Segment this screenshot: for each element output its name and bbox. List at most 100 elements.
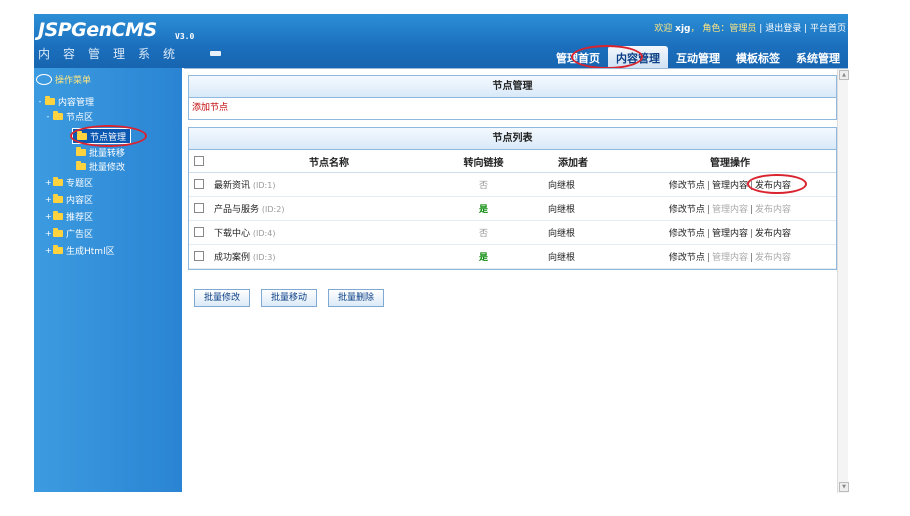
sidebar-item-batch-transfer[interactable]: 批量转移: [76, 145, 125, 159]
sidebar: 操作菜单 - 内容管理 - 节点区 节点管理 批量转移 批量修改 + 专题区 +…: [34, 68, 182, 492]
tree-recommend-area[interactable]: + 推荐区: [45, 209, 93, 223]
folder-icon: [76, 160, 86, 170]
folder-icon: [77, 130, 87, 140]
collapse-icon: -: [38, 96, 42, 106]
adder-value: 向继根: [522, 220, 624, 245]
redirect-value: 否: [445, 220, 522, 245]
node-table: 节点名称 转向链接 添加者 管理操作 最新资讯 (ID:1) 否 向继根 修改节…: [189, 150, 836, 269]
row-checkbox[interactable]: [194, 203, 204, 214]
node-name[interactable]: 产品与服务: [214, 205, 259, 215]
table-row: 最新资讯 (ID:1) 否 向继根 修改节点 | 管理内容 | 发布内容: [189, 172, 836, 197]
panel-title: 节点管理: [189, 76, 836, 98]
expand-icon: +: [45, 245, 52, 255]
col-name: 节点名称: [213, 150, 445, 173]
manage-content-link[interactable]: 管理内容: [712, 229, 748, 239]
add-node-link[interactable]: 添加节点: [189, 98, 836, 119]
publish-content-link[interactable]: 发布内容: [755, 181, 791, 191]
adder-value: 向继根: [522, 244, 624, 269]
tree-root[interactable]: - 内容管理: [37, 94, 94, 108]
publish-content-link: 发布内容: [755, 205, 792, 215]
edit-node-link[interactable]: 修改节点: [669, 181, 705, 191]
nav-home[interactable]: 管理首页: [548, 46, 608, 68]
menu-icon: [36, 73, 52, 85]
row-checkbox[interactable]: [194, 227, 204, 238]
tree-node-area[interactable]: - 节点区: [45, 109, 93, 123]
sidebar-title: 操作菜单: [36, 72, 91, 86]
tree-ad-area[interactable]: + 广告区: [45, 226, 93, 240]
redirect-value: 否: [445, 172, 522, 197]
panel-title: 节点列表: [189, 128, 836, 150]
node-manage-panel: 节点管理 添加节点: [188, 75, 837, 120]
expand-icon: +: [45, 211, 52, 221]
nav-interaction[interactable]: 互动管理: [668, 46, 728, 68]
row-actions: 修改节点 | 管理内容 | 发布内容: [624, 244, 836, 269]
folder-icon: [53, 176, 63, 186]
tree-content-area[interactable]: + 内容区: [45, 192, 93, 206]
row-checkbox[interactable]: [194, 251, 204, 262]
adder-value: 向继根: [522, 172, 624, 197]
scroll-down-icon[interactable]: ▼: [839, 482, 849, 492]
node-name[interactable]: 下载中心: [214, 229, 250, 239]
nav-templates[interactable]: 模板标签: [728, 46, 788, 68]
logo-version: V3.0: [175, 32, 195, 41]
col-ops: 管理操作: [624, 150, 836, 173]
manage-content-link: 管理内容: [711, 253, 748, 263]
logo: JSPGenCMS: [38, 19, 157, 41]
node-id: (ID:4): [252, 229, 276, 238]
batch-delete-button[interactable]: 批量删除: [328, 289, 385, 307]
keyboard-icon: [210, 51, 221, 56]
nav-system[interactable]: 系统管理: [788, 46, 848, 68]
app-window: JSPGenCMS V3.0 内容管理系统 欢迎 xjg， 角色：管理员 | 退…: [34, 14, 849, 493]
vertical-scrollbar[interactable]: ▲ ▼: [837, 69, 849, 493]
batch-move-button[interactable]: 批量移动: [261, 289, 318, 307]
row-actions: 修改节点 | 管理内容 | 发布内容: [624, 196, 836, 221]
node-id: (ID:2): [261, 205, 285, 214]
row-actions: 修改节点 | 管理内容 | 发布内容: [624, 172, 836, 197]
manage-content-link: 管理内容: [711, 205, 748, 215]
expand-icon: +: [45, 177, 52, 187]
redirect-value: 是: [445, 196, 522, 221]
node-id: (ID:1): [252, 181, 276, 190]
folder-icon: [53, 244, 63, 254]
scroll-up-icon[interactable]: ▲: [839, 70, 849, 80]
select-all-checkbox[interactable]: [194, 155, 204, 166]
row-actions: 修改节点 | 管理内容 | 发布内容: [624, 220, 836, 245]
sidebar-item-node-manage[interactable]: 节点管理: [72, 128, 132, 144]
user-bar: 欢迎 xjg， 角色：管理员 | 退出登录 | 平台首页: [654, 24, 846, 34]
table-row: 成功案例 (ID:3) 是 向继根 修改节点 | 管理内容 | 发布内容: [189, 244, 836, 269]
tree-html-area[interactable]: + 生成Html区: [45, 243, 115, 257]
table-row: 产品与服务 (ID:2) 是 向继根 修改节点 | 管理内容 | 发布内容: [189, 196, 836, 221]
logout-link[interactable]: 退出登录: [765, 24, 801, 34]
redirect-value: 是: [445, 244, 522, 269]
platform-home-link[interactable]: 平台首页: [810, 24, 846, 34]
batch-actions: 批量修改 批量移动 批量删除: [194, 289, 385, 307]
col-adder: 添加者: [522, 150, 624, 173]
batch-edit-button[interactable]: 批量修改: [194, 289, 251, 307]
main-content: 节点管理 添加节点 节点列表 节点名称 转向链接 添加者 管理操作 最新资讯 (…: [184, 68, 849, 493]
folder-icon: [53, 227, 63, 237]
sidebar-item-batch-edit[interactable]: 批量修改: [76, 159, 125, 173]
expand-icon: +: [45, 194, 52, 204]
node-name[interactable]: 成功案例: [214, 253, 250, 263]
username: xjg: [675, 24, 691, 34]
manage-content-link[interactable]: 管理内容: [712, 181, 748, 191]
adder-value: 向继根: [522, 196, 624, 221]
folder-icon: [53, 193, 63, 203]
publish-content-link: 发布内容: [755, 253, 792, 263]
collapse-icon: -: [46, 111, 50, 121]
node-id: (ID:3): [252, 253, 276, 262]
edit-node-link[interactable]: 修改节点: [669, 205, 705, 215]
edit-node-link[interactable]: 修改节点: [669, 253, 705, 263]
tree-topic-area[interactable]: + 专题区: [45, 175, 93, 189]
row-checkbox[interactable]: [194, 179, 204, 190]
publish-content-link[interactable]: 发布内容: [755, 229, 791, 239]
col-redirect: 转向链接: [445, 150, 522, 173]
node-name[interactable]: 最新资讯: [214, 181, 250, 191]
role-text: 角色：管理员: [702, 24, 757, 34]
table-row: 下载中心 (ID:4) 否 向继根 修改节点 | 管理内容 | 发布内容: [189, 220, 836, 245]
edit-node-link[interactable]: 修改节点: [669, 229, 705, 239]
nav-content[interactable]: 内容管理: [608, 46, 668, 68]
welcome-text: 欢迎: [654, 24, 673, 34]
folder-icon: [53, 210, 63, 220]
node-list-panel: 节点列表 节点名称 转向链接 添加者 管理操作 最新资讯 (ID:1) 否 向继…: [188, 127, 837, 270]
